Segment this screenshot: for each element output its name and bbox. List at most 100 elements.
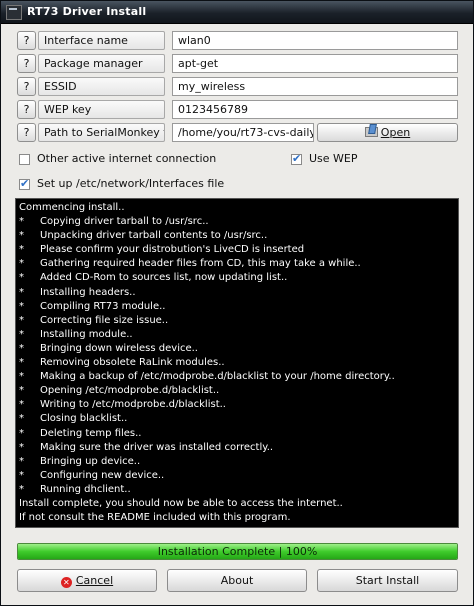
- use-wep-checkbox[interactable]: [291, 152, 302, 165]
- log-line: If not consult the README included with …: [19, 511, 458, 525]
- log-bullet: *: [19, 300, 24, 312]
- log-text: Please confirm your distrobution's LiveC…: [40, 244, 305, 256]
- log-text: Copying driver tarball to /usr/src..: [40, 216, 209, 228]
- log-line: Commencing install..: [19, 201, 458, 215]
- log-line: * Opening /etc/modprobe.d/blacklist..: [19, 384, 458, 398]
- log-line: * Added CD-Rom to sources list, now updat…: [19, 271, 458, 285]
- interface-name-input[interactable]: wlan0: [172, 31, 458, 50]
- other-connection-label: Other active internet connection: [37, 152, 217, 165]
- log-line: * Running dhclient..: [19, 483, 458, 497]
- window-title: RT73 Driver Install: [27, 5, 147, 18]
- field-row-wep-key: ? WEP key 0123456789: [1, 100, 473, 120]
- help-button-interface-name[interactable]: ?: [17, 31, 36, 50]
- log-bullet: *: [19, 314, 24, 326]
- install-log-console[interactable]: Commencing install.. * Copying driver tarb…: [15, 198, 459, 528]
- log-line: * Please confirm your distrobution's Live…: [19, 243, 458, 257]
- log-line: * Removing obsolete RaLink modules..: [19, 356, 458, 370]
- log-text: Bringing up device..: [40, 455, 141, 467]
- log-text: Commencing install..: [19, 202, 125, 213]
- log-text: Making a backup of /etc/modprobe.d/black…: [40, 371, 395, 383]
- log-text: Closing blacklist..: [40, 413, 128, 425]
- field-row-essid: ? ESSID my_wireless: [1, 77, 473, 97]
- log-text: Added CD-Rom to sources list, now updati…: [40, 272, 288, 284]
- label-tarball-path: Path to SerialMonkey tarball: [38, 123, 165, 142]
- log-text: Installing headers..: [40, 286, 136, 298]
- tarball-path-input[interactable]: /home/you/rt73-cvs-daily.tar.gz: [172, 123, 314, 142]
- installer-window: RT73 Driver Install ? Interface name wla…: [0, 0, 474, 606]
- log-line: * Closing blacklist..: [19, 412, 458, 426]
- cancel-button-label: Cancel: [75, 574, 114, 587]
- log-bullet: *: [19, 230, 24, 242]
- log-bullet: *: [19, 272, 24, 284]
- setup-interfaces-label: Set up /etc/network/Interfaces file: [37, 177, 225, 190]
- label-essid: ESSID: [38, 77, 165, 96]
- open-button[interactable]: Open: [317, 123, 458, 142]
- log-bullet: *: [19, 413, 24, 425]
- label-interface-name: Interface name: [38, 31, 165, 50]
- log-line: * Making sure the driver was installed co…: [19, 441, 458, 455]
- progress-label: Installation Complete | 100%: [157, 545, 318, 558]
- cancel-icon: ✕: [60, 577, 72, 588]
- log-text: Removing obsolete RaLink modules..: [40, 357, 225, 369]
- log-line: * Making a backup of /etc/modprobe.d/blac…: [19, 370, 458, 384]
- label-wep-key: WEP key: [38, 100, 165, 119]
- help-button-package-manager[interactable]: ?: [17, 54, 36, 73]
- log-text: Compiling RT73 module..: [40, 300, 166, 312]
- open-button-label: Open: [380, 126, 411, 139]
- log-line: * Deleting temp files..: [19, 427, 458, 441]
- log-text: Gathering required header files from CD,…: [40, 258, 361, 270]
- log-text: Opening /etc/modprobe.d/blacklist..: [40, 385, 220, 397]
- label-package-manager: Package manager: [38, 54, 165, 73]
- field-row-tarball-path: ? Path to SerialMonkey tarball /home/you…: [1, 123, 473, 143]
- other-connection-checkbox[interactable]: [19, 154, 30, 165]
- help-button-wep-key[interactable]: ?: [17, 100, 36, 119]
- log-bullet: *: [19, 441, 24, 453]
- log-bullet: *: [19, 469, 24, 481]
- install-progress-bar: Installation Complete | 100%: [17, 543, 458, 560]
- log-text: Correcting file size issue..: [40, 314, 169, 326]
- log-text: Install complete, you should now be able…: [19, 497, 343, 509]
- log-text: Deleting temp files..: [40, 427, 142, 439]
- log-bullet: *: [19, 427, 24, 439]
- wep-key-input[interactable]: 0123456789: [172, 100, 458, 119]
- package-manager-input[interactable]: apt-get: [172, 54, 458, 73]
- log-text: Running dhclient..: [40, 483, 131, 495]
- folder-open-icon: [364, 127, 378, 137]
- log-bullet: *: [19, 216, 24, 228]
- log-text: Unpacking driver tarball contents to /us…: [40, 230, 268, 242]
- setup-interfaces-checkbox[interactable]: [19, 177, 30, 190]
- log-line: * Gathering required header files from CD…: [19, 257, 458, 271]
- log-bullet: *: [19, 483, 24, 495]
- log-bullet: *: [19, 357, 24, 369]
- help-button-tarball-path[interactable]: ?: [17, 123, 36, 142]
- log-bullet: *: [19, 385, 24, 397]
- log-line: * Writing to /etc/modprobe.d/blacklist..: [19, 398, 458, 412]
- log-bullet: *: [19, 286, 24, 298]
- log-line: * Installing headers..: [19, 286, 458, 300]
- title-bar[interactable]: RT73 Driver Install: [1, 1, 473, 24]
- log-line: * Bringing up device..: [19, 455, 458, 469]
- log-line: * Unpacking driver tarball contents to /u…: [19, 229, 458, 243]
- log-bullet: *: [19, 455, 24, 467]
- log-bullet: *: [19, 399, 24, 411]
- log-line: * Copying driver tarball to /usr/src..: [19, 215, 458, 229]
- log-line: Install complete, you should now be able…: [19, 497, 458, 511]
- log-text: Installing module..: [40, 328, 133, 340]
- log-line: * Bringing down wireless device..: [19, 342, 458, 356]
- about-button[interactable]: About: [167, 569, 307, 592]
- log-bullet: *: [19, 342, 24, 354]
- log-bullet: *: [19, 371, 24, 383]
- log-bullet: *: [19, 328, 24, 340]
- log-text: Making sure the driver was installed cor…: [40, 441, 274, 453]
- help-button-essid[interactable]: ?: [17, 77, 36, 96]
- log-line: * Correcting file size issue..: [19, 314, 458, 328]
- log-text: Bringing down wireless device..: [40, 342, 198, 354]
- cancel-button[interactable]: ✕ Cancel: [17, 569, 157, 592]
- log-text: Configuring new device..: [40, 469, 165, 481]
- start-install-button[interactable]: Start Install: [317, 569, 458, 592]
- log-line: * Compiling RT73 module..: [19, 300, 458, 314]
- essid-input[interactable]: my_wireless: [172, 77, 458, 96]
- field-row-interface-name: ? Interface name wlan0: [1, 31, 473, 51]
- field-row-package-manager: ? Package manager apt-get: [1, 54, 473, 74]
- app-icon: [6, 5, 22, 20]
